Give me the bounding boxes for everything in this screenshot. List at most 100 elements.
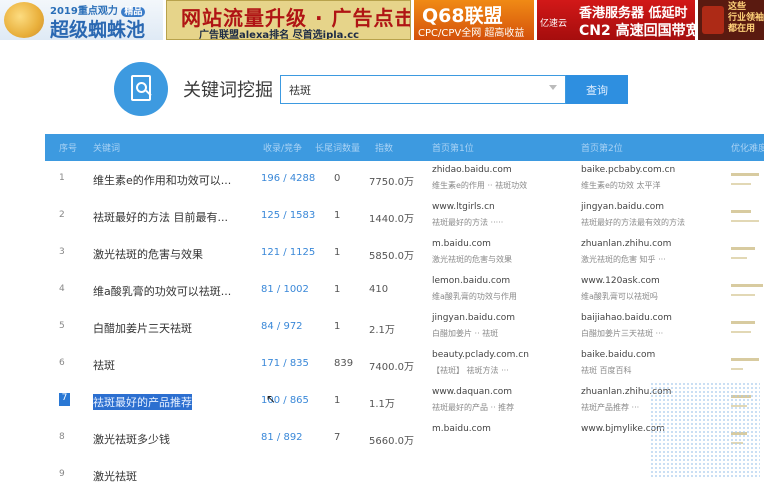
table-row[interactable]: 1 维生素e的作用和功效可以... 196 / 4288 0 7750.0万 zhidao… (45, 161, 764, 198)
ad-banner: 2019重点观力 精品 超级蜘蛛池 网站流量升级 · 广告点击 广告联盟alex… (0, 0, 764, 42)
ad-hk-server[interactable]: 亿速云 香港服务器 低延时 CN2 高速回国带宽 (537, 0, 695, 40)
loading-overlay (650, 382, 760, 478)
keyword-link[interactable]: 激光祛斑 (93, 468, 137, 484)
ad-traffic-subline: 广告联盟alexa排名 尽首选ipla.cc (199, 30, 360, 40)
rank1-title: 【祛斑】 祛斑方法 ··· (432, 366, 509, 375)
row-index: 9 (59, 469, 65, 479)
mouse-cursor-icon: ↖ (266, 392, 277, 406)
longtail-count: 1 (334, 321, 341, 332)
rank1-title: 白醋加姜片 ·· 祛斑 (432, 329, 499, 338)
difficulty-bar-secondary (731, 294, 755, 296)
ad-side-text: 这些 行业领袖 都在用 (728, 2, 764, 34)
keyword-link[interactable]: 激光祛斑多少钱 (93, 431, 170, 447)
rank1-title: 激光祛斑的危害与效果 (432, 255, 512, 264)
rank2-title: 祛斑产品推荐 ··· (581, 403, 640, 412)
rank2-domain[interactable]: zhuanlan.zhihu.com (581, 239, 671, 249)
keyword-link[interactable]: 祛斑最好的方法 目前最有... (93, 209, 228, 225)
rank1-domain[interactable]: www.daquan.com (432, 387, 512, 397)
row-index: 6 (59, 358, 65, 368)
indexed-competition[interactable]: 81 / 1002 (261, 284, 309, 295)
longtail-count: 839 (334, 358, 354, 369)
page-title: 关键词挖掘 (183, 80, 273, 101)
longtail-count: 1 (334, 247, 341, 258)
difficulty-bar (731, 247, 755, 250)
search-button[interactable]: 查询 (566, 75, 628, 104)
col-header-index: 序号 (59, 144, 78, 154)
indexed-competition[interactable]: 121 / 1125 (261, 247, 315, 258)
longtail-count: 0 (334, 173, 341, 184)
keyword-link[interactable]: 维生素e的作用和功效可以... (93, 172, 231, 188)
ad-side-figure-icon (702, 6, 724, 34)
rank1-title: 维a酸乳膏的功效与作用 (432, 292, 517, 301)
difficulty-bar (731, 284, 763, 287)
difficulty-bar-secondary (731, 331, 751, 333)
rank2-domain[interactable]: baijiahao.baidu.com (581, 313, 672, 323)
rank2-title: 祛斑最好的方法最有效的方法 (581, 218, 685, 227)
rank1-domain[interactable]: m.baidu.com (432, 424, 491, 434)
rank2-domain[interactable]: baike.pcbaby.com.cn (581, 165, 675, 175)
index-value: 410 (369, 284, 389, 295)
ad-spider-pool[interactable]: 2019重点观力 精品 超级蜘蛛池 (0, 0, 163, 40)
rank2-title: 维a酸乳膏可以祛斑吗 (581, 292, 658, 301)
rank1-title: 祛斑最好的方法 ····· (432, 218, 504, 227)
difficulty-bar (731, 358, 759, 361)
ad-side-banner[interactable]: 这些 行业领袖 都在用 (698, 0, 764, 40)
col-header-longtail[interactable]: 长尾词数量 (315, 141, 360, 154)
keyword-link[interactable]: 祛斑最好的产品推荐 (93, 394, 192, 410)
row-index: 4 (59, 284, 65, 294)
col-header-index-value[interactable]: 指数 (375, 141, 393, 154)
rank1-domain[interactable]: www.ltgirls.cn (432, 202, 495, 212)
keyword-link[interactable]: 维a酸乳膏的功效可以祛斑... (93, 283, 231, 299)
longtail-count: 1 (334, 284, 341, 295)
table-row[interactable]: 6 祛斑 171 / 835 839 7400.0万 beauty.pclady.com.… (45, 346, 764, 383)
keyword-link[interactable]: 白醋加姜片三天祛斑 (93, 320, 192, 336)
rank2-domain[interactable]: www.120ask.com (581, 276, 660, 286)
rank2-title: 祛斑 百度百科 (581, 366, 632, 375)
col-header-rank2: 首页第2位 (581, 144, 623, 154)
indexed-competition[interactable]: 125 / 1583 (261, 210, 315, 221)
ad-traffic-upgrade[interactable]: 网站流量升级 · 广告点击 广告联盟alexa排名 尽首选ipla.cc (166, 0, 411, 40)
index-value: 5850.0万 (369, 251, 414, 262)
difficulty-bar (731, 321, 755, 324)
row-index: 8 (59, 432, 65, 442)
rank2-domain[interactable]: baike.baidu.com (581, 350, 655, 360)
rank1-title: 维生素e的作用 ·· 祛斑功效 (432, 181, 528, 190)
table-row[interactable]: 5 白醋加姜片三天祛斑 84 / 972 1 2.1万 jingyan.baidu.com… (45, 309, 764, 346)
index-value: 1.1万 (369, 399, 395, 410)
rank1-domain[interactable]: lemon.baidu.com (432, 276, 510, 286)
table-row[interactable]: 4 维a酸乳膏的功效可以祛斑... 81 / 1002 1 410 lemon.baidu… (45, 272, 764, 309)
rank1-domain[interactable]: beauty.pclady.com.cn (432, 350, 529, 360)
indexed-competition[interactable]: 81 / 892 (261, 432, 303, 443)
keyword-link[interactable]: 激光祛斑的危害与效果 (93, 246, 203, 262)
table-row[interactable]: 3 激光祛斑的危害与效果 121 / 1125 1 5850.0万 m.baidu.com… (45, 235, 764, 272)
rank1-domain[interactable]: m.baidu.com (432, 239, 491, 249)
rank2-domain[interactable]: jingyan.baidu.com (581, 202, 664, 212)
keyword-mining-icon (114, 62, 168, 116)
indexed-competition[interactable]: 84 / 972 (261, 321, 303, 332)
indexed-competition[interactable]: 196 / 4288 (261, 173, 315, 184)
index-value: 1440.0万 (369, 214, 414, 225)
ad-q68-union[interactable]: Q68联盟 CPC/CPV全网 超高收益 (414, 0, 534, 40)
col-header-keyword[interactable]: 关键词 (93, 141, 120, 154)
ad-cn2-subline: CN2 高速回国带宽 (579, 23, 695, 39)
ad-logo-title: 超级蜘蛛池 (50, 19, 146, 40)
keyword-link[interactable]: 祛斑 (93, 357, 115, 373)
rank2-title: 维生素e的功效 太平洋 (581, 181, 661, 190)
rank1-domain[interactable]: zhidao.baidu.com (432, 165, 512, 175)
indexed-competition[interactable]: 171 / 835 (261, 358, 309, 369)
rank1-domain[interactable]: jingyan.baidu.com (432, 313, 515, 323)
index-value: 7750.0万 (369, 177, 414, 188)
difficulty-bar (731, 210, 751, 213)
col-header-difficulty[interactable]: 优化难度 (731, 141, 764, 154)
longtail-count: 1 (334, 210, 341, 221)
table-row[interactable]: 2 祛斑最好的方法 目前最有... 125 / 1583 1 1440.0万 www.lt… (45, 198, 764, 235)
dropdown-caret-icon[interactable] (549, 85, 557, 90)
ad-cn2-brand: 亿速云 (540, 19, 568, 29)
rank2-title: 白醋加姜片三天祛斑 ··· (581, 329, 664, 338)
index-value: 2.1万 (369, 325, 395, 336)
difficulty-bar (731, 173, 759, 176)
difficulty-bar-secondary (731, 220, 759, 222)
search-input[interactable] (281, 76, 557, 103)
col-header-indexed[interactable]: 收录/竞争 (263, 141, 302, 154)
rank1-title: 祛斑最好的产品 ·· 推荐 (432, 403, 515, 412)
